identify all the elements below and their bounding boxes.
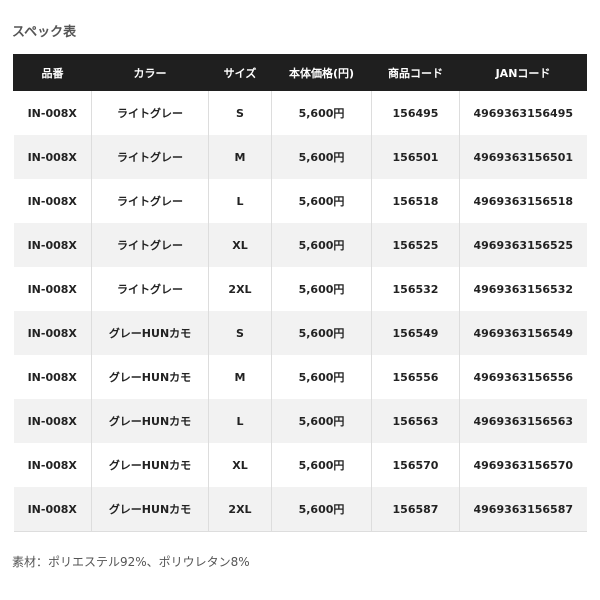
cell-color: ライトグレー (91, 267, 209, 311)
table-row: IN-008X グレーHUNカモ S 5,600円 156549 4969363… (13, 311, 587, 355)
cell-size: M (208, 135, 272, 179)
cell-jan-code: 4969363156495 (459, 91, 587, 135)
cell-product-number: IN-008X (13, 355, 92, 399)
cell-product-number: IN-008X (13, 179, 92, 223)
cell-jan-code: 4969363156518 (459, 179, 587, 223)
cell-price: 5,600円 (271, 487, 372, 532)
material-footnote: 素材：ポリエステル92%、ポリウレタン8% (12, 555, 250, 569)
table-row: IN-008X グレーHUNカモ M 5,600円 156556 4969363… (13, 355, 587, 399)
table-header-row: 品番 カラー サイズ 本体価格(円) 商品コード JANコード (13, 54, 587, 91)
page-title: スペック表 (12, 25, 77, 40)
cell-size: L (208, 399, 272, 443)
cell-product-code: 156525 (371, 223, 460, 267)
cell-product-number: IN-008X (13, 487, 92, 532)
cell-product-code: 156549 (371, 311, 460, 355)
cell-product-code: 156556 (371, 355, 460, 399)
cell-size: S (208, 311, 272, 355)
cell-jan-code: 4969363156556 (459, 355, 587, 399)
cell-color: グレーHUNカモ (91, 311, 209, 355)
cell-product-code: 156495 (371, 91, 460, 135)
cell-color: ライトグレー (91, 179, 209, 223)
header-product-code: 商品コード (371, 54, 460, 91)
table-row: IN-008X グレーHUNカモ 2XL 5,600円 156587 49693… (13, 487, 587, 532)
cell-product-code: 156570 (371, 443, 460, 487)
cell-product-number: IN-008X (13, 311, 92, 355)
cell-size: L (208, 179, 272, 223)
cell-price: 5,600円 (271, 267, 372, 311)
cell-jan-code: 4969363156549 (459, 311, 587, 355)
cell-jan-code: 4969363156525 (459, 223, 587, 267)
cell-price: 5,600円 (271, 91, 372, 135)
cell-product-code: 156587 (371, 487, 460, 532)
cell-jan-code: 4969363156570 (459, 443, 587, 487)
cell-jan-code: 4969363156532 (459, 267, 587, 311)
table-row: IN-008X ライトグレー S 5,600円 156495 496936315… (13, 91, 587, 135)
cell-product-code: 156532 (371, 267, 460, 311)
spec-table: 品番 カラー サイズ 本体価格(円) 商品コード JANコード IN-008X … (13, 54, 587, 532)
cell-size: M (208, 355, 272, 399)
cell-price: 5,600円 (271, 179, 372, 223)
cell-jan-code: 4969363156587 (459, 487, 587, 532)
cell-jan-code: 4969363156501 (459, 135, 587, 179)
cell-price: 5,600円 (271, 223, 372, 267)
cell-product-number: IN-008X (13, 135, 92, 179)
cell-product-number: IN-008X (13, 399, 92, 443)
cell-size: XL (208, 223, 272, 267)
cell-price: 5,600円 (271, 135, 372, 179)
cell-product-code: 156518 (371, 179, 460, 223)
cell-color: ライトグレー (91, 135, 209, 179)
cell-price: 5,600円 (271, 355, 372, 399)
cell-color: グレーHUNカモ (91, 355, 209, 399)
table-row: IN-008X グレーHUNカモ L 5,600円 156563 4969363… (13, 399, 587, 443)
cell-price: 5,600円 (271, 399, 372, 443)
cell-jan-code: 4969363156563 (459, 399, 587, 443)
cell-color: グレーHUNカモ (91, 443, 209, 487)
cell-product-number: IN-008X (13, 91, 92, 135)
table-row: IN-008X グレーHUNカモ XL 5,600円 156570 496936… (13, 443, 587, 487)
cell-product-code: 156501 (371, 135, 460, 179)
header-size: サイズ (208, 54, 272, 91)
cell-size: 2XL (208, 487, 272, 532)
header-price: 本体価格(円) (271, 54, 372, 91)
table-row: IN-008X ライトグレー M 5,600円 156501 496936315… (13, 135, 587, 179)
cell-size: XL (208, 443, 272, 487)
table-row: IN-008X ライトグレー L 5,600円 156518 496936315… (13, 179, 587, 223)
table-row: IN-008X ライトグレー 2XL 5,600円 156532 4969363… (13, 267, 587, 311)
cell-size: S (208, 91, 272, 135)
table-row: IN-008X ライトグレー XL 5,600円 156525 49693631… (13, 223, 587, 267)
header-color: カラー (91, 54, 209, 91)
cell-color: グレーHUNカモ (91, 487, 209, 532)
cell-color: ライトグレー (91, 223, 209, 267)
cell-product-number: IN-008X (13, 223, 92, 267)
cell-color: グレーHUNカモ (91, 399, 209, 443)
cell-price: 5,600円 (271, 443, 372, 487)
cell-color: ライトグレー (91, 91, 209, 135)
header-product-number: 品番 (13, 54, 92, 91)
cell-product-number: IN-008X (13, 267, 92, 311)
cell-product-code: 156563 (371, 399, 460, 443)
cell-product-number: IN-008X (13, 443, 92, 487)
header-jan-code: JANコード (459, 54, 587, 91)
cell-size: 2XL (208, 267, 272, 311)
cell-price: 5,600円 (271, 311, 372, 355)
